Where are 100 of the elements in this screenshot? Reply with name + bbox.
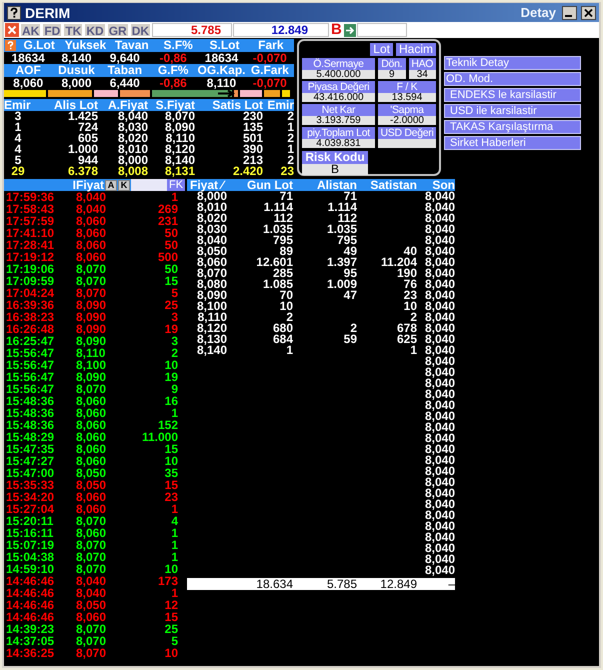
table-cell-text: 8,040 bbox=[424, 411, 455, 422]
table-cell-text: 15:47:35 bbox=[5, 443, 56, 455]
table-cell-text: 8,040 bbox=[424, 312, 455, 323]
column-header: A.Fiyat bbox=[106, 99, 148, 111]
table-cell-text: 1 bbox=[170, 587, 178, 599]
stat-value: -0,86 bbox=[158, 52, 188, 64]
table-cell-text: 1 bbox=[410, 345, 417, 356]
table-cell-text: 8,120 bbox=[196, 323, 227, 334]
table-cell-text: 8,100 bbox=[75, 359, 108, 371]
table-cell-text: 17:09:59 bbox=[5, 275, 56, 287]
column-header: G.Fark bbox=[250, 64, 290, 77]
menu-item[interactable]: OD. Mod. bbox=[444, 72, 581, 86]
table-cell-text: 8,070 bbox=[75, 623, 108, 635]
close-icon[interactable] bbox=[581, 6, 596, 20]
table-cell-text: 16 bbox=[164, 395, 178, 407]
table-cell-text: 8,030 bbox=[196, 224, 227, 235]
table-cell-text: 15:47:00 bbox=[5, 467, 56, 479]
column-header: Satis Lot bbox=[211, 99, 263, 111]
table-cell-text: 10 bbox=[402, 301, 417, 312]
table-cell-text: 50 bbox=[164, 263, 178, 275]
table-cell-text: 8,008 bbox=[116, 166, 148, 177]
table-cell-text: 17:57:59 bbox=[5, 215, 56, 227]
unit-button[interactable]: Lot bbox=[370, 43, 393, 56]
menu-item[interactable]: Teknik Detay bbox=[444, 56, 581, 70]
filter-button[interactable]: FK bbox=[167, 179, 185, 191]
stat-value: 8,060 bbox=[12, 77, 44, 89]
table-cell-text: 8,040 bbox=[424, 213, 455, 224]
table-cell-text: 1 bbox=[286, 144, 294, 155]
column-header: AOF bbox=[14, 64, 42, 77]
sort-button[interactable]: K bbox=[118, 180, 130, 190]
table-cell-text: 8,090 bbox=[75, 299, 108, 311]
sort-button[interactable]: A bbox=[105, 180, 117, 190]
table-cell-text: 8,040 bbox=[424, 400, 455, 411]
table-cell-text: 15 bbox=[164, 611, 178, 623]
input-field[interactable] bbox=[131, 179, 167, 191]
table-cell-text: 8,070 bbox=[75, 635, 108, 647]
help-icon[interactable] bbox=[7, 6, 21, 20]
table-cell-text: 12 bbox=[164, 599, 178, 611]
table-cell-text: 8,040 bbox=[424, 279, 455, 290]
table-cell-text: 1 bbox=[170, 551, 178, 563]
field-label: Net Kar bbox=[302, 104, 375, 116]
table-cell-text: 8,000 bbox=[116, 155, 148, 166]
table-cell-text: 8,040 bbox=[424, 246, 455, 257]
menu-item[interactable]: Sirket Haberleri bbox=[444, 136, 581, 150]
column-header: Satistan bbox=[369, 179, 417, 191]
table-cell-text: 16:39:36 bbox=[5, 299, 56, 311]
input-field[interactable] bbox=[356, 23, 407, 37]
table-cell-text: 8,070 bbox=[75, 563, 108, 575]
table-cell-text: 17:59:36 bbox=[5, 191, 56, 203]
table-cell-text: 8,090 bbox=[75, 311, 108, 323]
table-cell-text: 1 bbox=[286, 122, 294, 133]
table-cell-text: 2 bbox=[410, 312, 417, 323]
table-cell-text: 8,040 bbox=[424, 334, 455, 345]
column-header: G.Lot bbox=[22, 39, 56, 52]
table-cell-text: 14:46:46 bbox=[5, 611, 56, 623]
table-cell-text: 1 bbox=[170, 539, 178, 551]
menu-item[interactable]: USD ile karsilastir bbox=[444, 104, 581, 118]
table-cell-text: 50 bbox=[164, 239, 178, 251]
column-header: Yuksek bbox=[64, 39, 108, 52]
table-cell-text: 8,140 bbox=[164, 155, 195, 166]
table-cell-text: 1.000 bbox=[66, 144, 98, 155]
field-label: F / K bbox=[378, 81, 436, 93]
table-cell-text: 8,040 bbox=[424, 367, 455, 378]
table-cell-text: 8,040 bbox=[424, 521, 455, 532]
table-cell-text: 269 bbox=[156, 203, 178, 215]
menu-item[interactable]: ENDEKS le karsilastir bbox=[444, 88, 581, 102]
table-cell-text: 8,110 bbox=[75, 347, 106, 359]
table-cell-text: 19 bbox=[164, 371, 178, 383]
column-header: Fark bbox=[257, 39, 284, 52]
table-cell-text: 1 bbox=[170, 407, 178, 419]
table-cell-text: 15:27:04 bbox=[5, 503, 56, 515]
table-cell-text: 15:48:29 bbox=[5, 431, 56, 443]
table-cell-text: 19 bbox=[164, 323, 178, 335]
minimize-icon[interactable] bbox=[562, 6, 577, 20]
table-cell-text: 8,040 bbox=[424, 433, 455, 444]
menu-item[interactable]: TAKAS Karşılaştırma bbox=[444, 120, 581, 134]
table-cell-text: 3 bbox=[14, 111, 22, 122]
sell-total-field: 5.785 bbox=[152, 23, 232, 37]
stat-value: 18634 bbox=[204, 52, 240, 64]
table-cell-text: 8,000 bbox=[196, 191, 227, 202]
table-cell-text: 8,040 bbox=[75, 203, 108, 215]
table-cell-text: 16:25:47 bbox=[5, 335, 56, 347]
table-cell-text: 14:46:46 bbox=[5, 599, 56, 611]
table-cell-text: 8,020 bbox=[196, 213, 227, 224]
table-cell-text: 8,040 bbox=[424, 202, 455, 213]
table-cell-text: 8,090 bbox=[196, 290, 227, 301]
table-cell-text: 8,060 bbox=[75, 251, 108, 263]
field-label: Piyasa Değeri bbox=[302, 81, 375, 93]
unit-button[interactable]: Hacim bbox=[396, 43, 436, 56]
table-cell-text: 8,010 bbox=[116, 144, 148, 155]
field-label: 'Sapma bbox=[378, 104, 436, 116]
arrow-right-icon[interactable] bbox=[344, 24, 356, 36]
table-cell-text: 8,060 bbox=[75, 227, 108, 239]
table-cell-text: 15:48:36 bbox=[5, 407, 56, 419]
table-cell-text: 14:39:23 bbox=[5, 623, 56, 635]
field-label: USD Değeri bbox=[378, 127, 436, 139]
table-cell-text: 14:46:46 bbox=[5, 575, 56, 587]
column-header: Gun Lot bbox=[246, 179, 293, 191]
table-cell-text: 190 bbox=[396, 268, 417, 279]
table-cell-text: 500 bbox=[156, 251, 178, 263]
